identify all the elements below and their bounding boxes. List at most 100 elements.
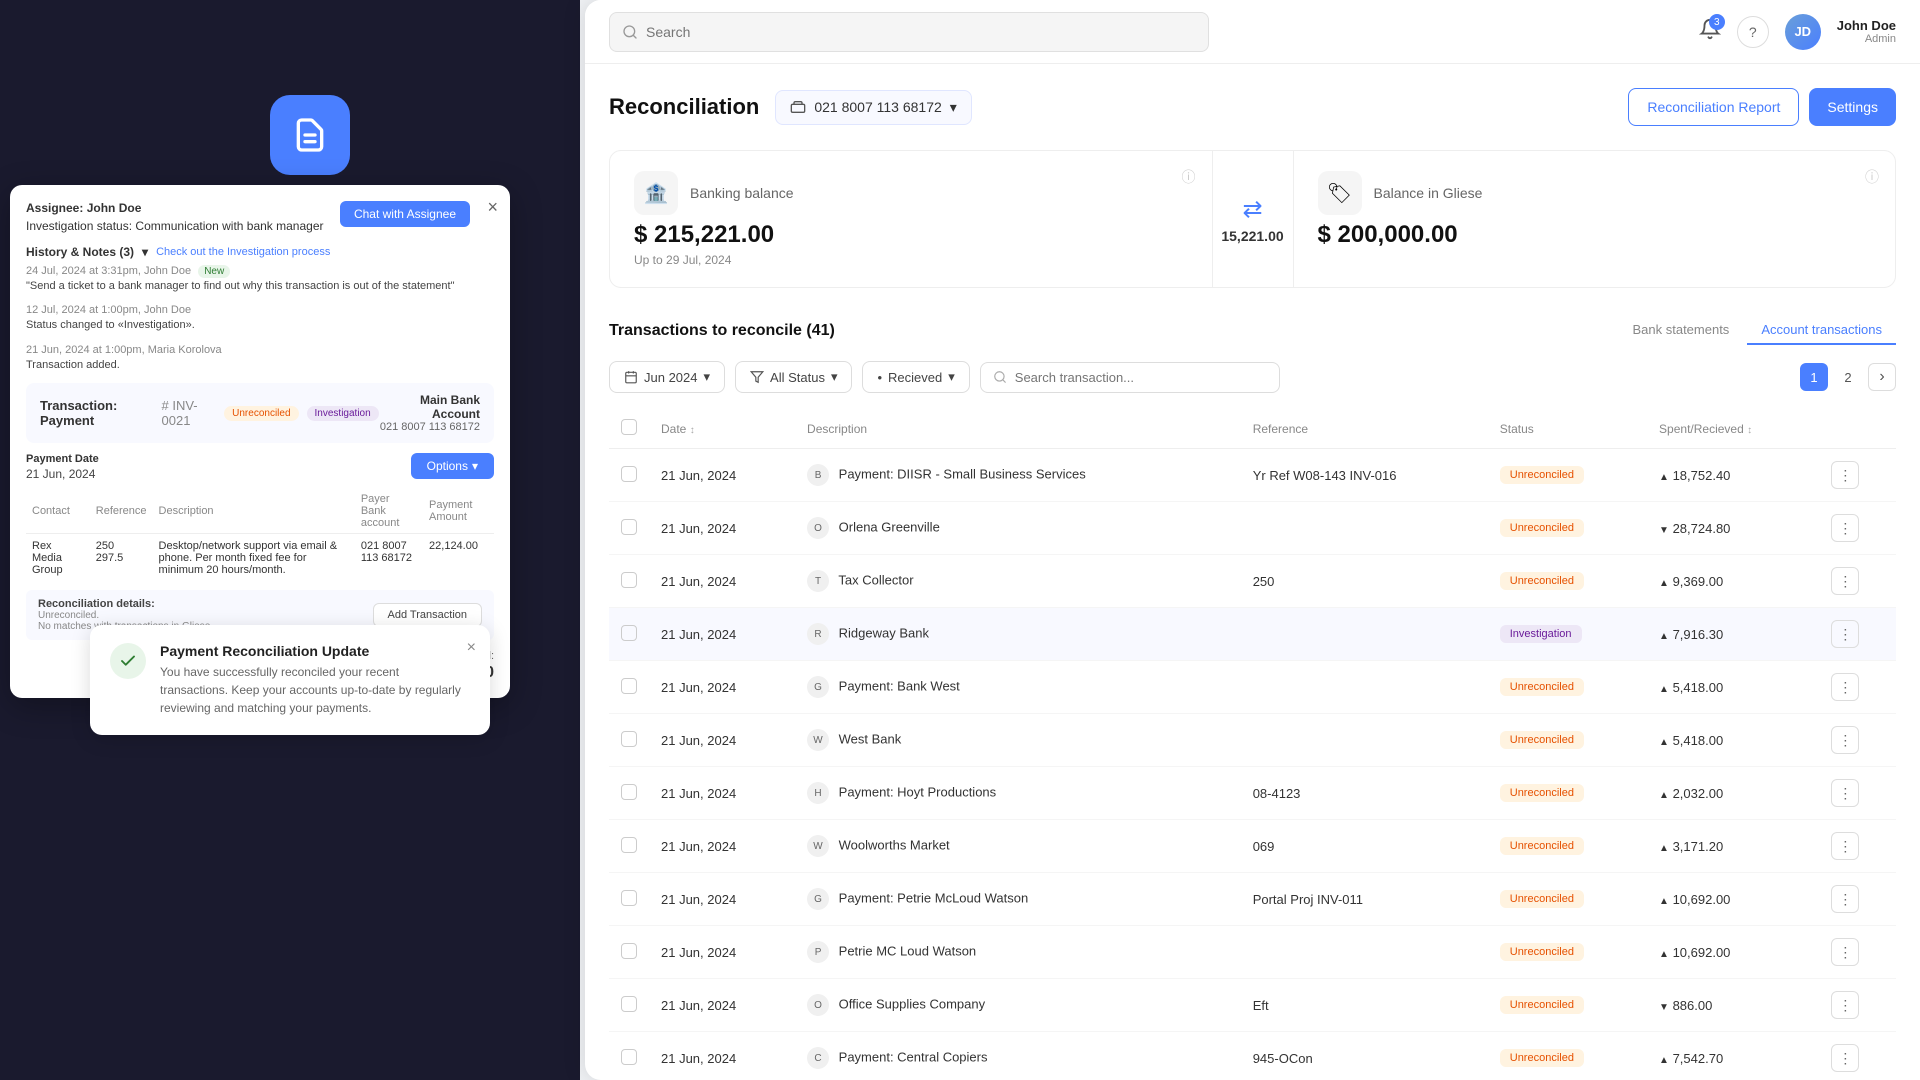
row-checkbox[interactable] [621,1049,637,1065]
add-transaction-button[interactable]: Add Transaction [373,603,483,627]
main-content: Reconciliation 021 8007 113 68172 ▾ Reco… [585,64,1920,1080]
row-menu-button[interactable]: ⋮ [1831,461,1859,489]
select-all-checkbox[interactable] [621,419,637,435]
transaction-header: Transaction: Payment # INV-0021 Unreconc… [26,383,494,443]
transaction-modal: × Assignee: John Doe Investigation statu… [10,185,510,698]
transaction-detail-table: Contact Reference Description Payer Bank… [26,489,494,582]
user-name: John Doe [1837,18,1896,33]
row-menu-button[interactable]: ⋮ [1831,991,1859,1019]
page-1-button[interactable]: 1 [1800,363,1828,391]
row-menu-button[interactable]: ⋮ [1831,779,1859,807]
banking-balance-date: Up to 29 Jul, 2024 [634,253,1188,267]
row-checkbox[interactable] [621,890,637,906]
banking-balance-icon: 🏦 [634,171,678,215]
description-cell: R Ridgeway Bank [795,608,1241,661]
transaction-search-box[interactable] [980,362,1280,393]
received-filter-button[interactable]: • Recieved ▾ [862,361,969,393]
history-item-2: 12 Jul, 2024 at 1:00pm, John Doe Status … [26,304,494,333]
desc-icon: P [807,941,829,963]
status-cell: Unreconciled [1488,555,1647,608]
row-checkbox[interactable] [621,731,637,747]
description-column-header: Description [795,409,1241,449]
row-menu-button[interactable]: ⋮ [1831,620,1859,648]
search-input[interactable] [646,24,1196,40]
chat-with-assignee-button[interactable]: Chat with Assignee [340,201,470,227]
amount-column-header: Spent/Recieved ↕ [1647,409,1819,449]
row-checkbox[interactable] [621,837,637,853]
settings-button[interactable]: Settings [1809,88,1896,126]
reference-cell: Yr Ref W08-143 INV-016 [1241,449,1488,502]
gliese-balance-card: ⓘ 🏷 Balance in Gliese $ 200,000.00 [1293,151,1896,287]
status-filter-button[interactable]: All Status ▾ [735,361,852,393]
page-2-button[interactable]: 2 [1834,363,1862,391]
date-cell: 21 Jun, 2024 [649,820,795,873]
amount-cell: ▲ 10,692.00 [1647,926,1819,979]
row-checkbox[interactable] [621,572,637,588]
tab-bank-statements[interactable]: Bank statements [1618,316,1743,345]
reference-cell [1241,926,1488,979]
account-info: Main Bank Account 021 8007 113 68172 [379,393,480,433]
row-checkbox[interactable] [621,466,637,482]
investigation-process-link[interactable]: Check out the Investigation process [156,246,330,258]
date-filter-button[interactable]: Jun 2024 ▾ [609,361,725,393]
row-checkbox[interactable] [621,519,637,535]
row-menu-button[interactable]: ⋮ [1831,938,1859,966]
modal-close-button[interactable]: × [487,197,498,218]
date-cell: 21 Jun, 2024 [649,926,795,979]
search-box[interactable] [609,12,1209,52]
row-menu-button[interactable]: ⋮ [1831,726,1859,754]
avatar: JD [1785,14,1821,50]
description-cell: W West Bank [795,714,1241,767]
status-badge: Unreconciled [1500,996,1584,1014]
search-icon [622,24,638,40]
row-checkbox[interactable] [621,943,637,959]
row-menu-button[interactable]: ⋮ [1831,673,1859,701]
description-cell: O Office Supplies Company [795,979,1241,1032]
amount-cell: ▲ 18,752.40 [1647,449,1819,502]
row-checkbox[interactable] [621,784,637,800]
gliese-balance-info-icon[interactable]: ⓘ [1865,167,1879,187]
transactions-table: Date ↕ Description Reference Status Spen… [609,409,1896,1080]
status-badge: Unreconciled [1500,784,1584,802]
row-menu-button[interactable]: ⋮ [1831,885,1859,913]
status-badge: Unreconciled [1500,943,1584,961]
row-checkbox[interactable] [621,625,637,641]
row-checkbox[interactable] [621,678,637,694]
date-cell: 21 Jun, 2024 [649,502,795,555]
gliese-balance-icon: 🏷 [1318,171,1362,215]
row-menu-button[interactable]: ⋮ [1831,832,1859,860]
banking-balance-info-icon[interactable]: ⓘ [1182,167,1196,187]
options-button[interactable]: Options ▾ [411,453,494,479]
desc-icon: O [807,994,829,1016]
desc-icon: G [807,888,829,910]
date-cell: 21 Jun, 2024 [649,608,795,661]
row-checkbox[interactable] [621,996,637,1012]
help-button[interactable]: ? [1737,16,1769,48]
desc-icon: W [807,835,829,857]
app-header: 3 ? JD John Doe Admin [585,0,1920,64]
transaction-search-input[interactable] [1015,370,1267,385]
row-menu-button[interactable]: ⋮ [1831,514,1859,542]
status-badge: Investigation [1500,625,1582,643]
desc-icon: R [807,623,829,645]
row-menu-button[interactable]: ⋮ [1831,1044,1859,1072]
account-selector[interactable]: 021 8007 113 68172 ▾ [775,90,971,125]
next-page-button[interactable]: › [1868,363,1896,391]
transactions-count: Transactions to reconcile (41) [609,322,835,340]
description-cell: G Payment: Petrie McLoud Watson [795,873,1241,926]
desc-icon: T [807,570,829,592]
status-cell: Unreconciled [1488,661,1647,714]
bank-icon [790,99,806,115]
chevron-down-icon: ▾ [831,369,838,385]
balance-difference: ⇄ 15,221.00 [1213,151,1293,287]
reconciliation-report-button[interactable]: Reconciliation Report [1628,88,1799,126]
history-item-3: 21 Jun, 2024 at 1:00pm, Maria Korolova T… [26,344,494,373]
row-menu-button[interactable]: ⋮ [1831,567,1859,595]
amount-cell: ▲ 2,032.00 [1647,767,1819,820]
toast-close-button[interactable]: × [467,639,476,657]
user-role: Admin [1837,33,1896,45]
toast-notification: Payment Reconciliation Update You have s… [90,625,490,735]
description-cell: T Tax Collector [795,555,1241,608]
notifications-button[interactable]: 3 [1699,18,1721,45]
tab-account-transactions[interactable]: Account transactions [1747,316,1896,345]
